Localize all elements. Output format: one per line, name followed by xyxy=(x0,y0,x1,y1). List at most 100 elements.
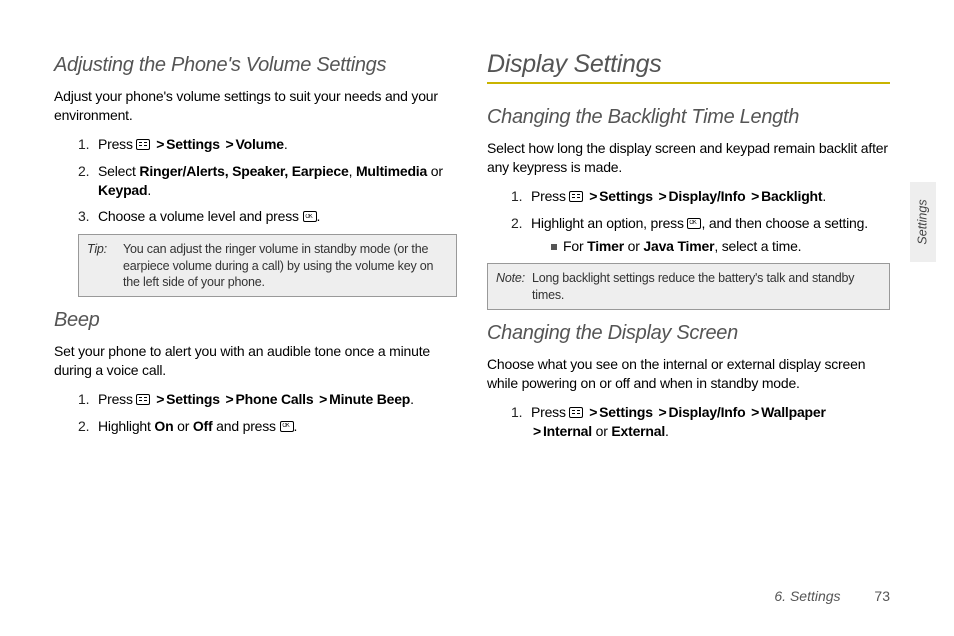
step-item: Press >Settings >Display/Info >Wallpaper… xyxy=(511,403,890,441)
gt-icon: > xyxy=(657,404,669,420)
text: . xyxy=(294,418,298,434)
page-footer: 6. Settings 73 xyxy=(774,588,890,604)
right-column: Display Settings Changing the Backlight … xyxy=(487,50,890,449)
menu-key-icon xyxy=(569,191,583,202)
path-bold: Settings xyxy=(599,188,653,204)
path-bold: On xyxy=(154,418,173,434)
path-bold: Settings xyxy=(166,391,220,407)
subheading-backlight: Changing the Backlight Time Length xyxy=(487,106,890,129)
para-backlight: Select how long the display screen and k… xyxy=(487,139,890,177)
text: Press xyxy=(98,391,136,407)
footer-chapter: 6. Settings xyxy=(774,588,840,604)
text: Highlight an option, press xyxy=(531,215,687,231)
path-bold: Volume xyxy=(236,136,284,152)
text: . xyxy=(410,391,414,407)
path-bold: Minute Beep xyxy=(329,391,410,407)
menu-key-icon xyxy=(136,139,150,150)
tip-body: You can adjust the ringer volume in stan… xyxy=(123,241,448,290)
text: or xyxy=(427,163,443,179)
steps-beep: Press >Settings >Phone Calls >Minute Bee… xyxy=(78,390,457,436)
para-display-screen: Choose what you see on the internal or e… xyxy=(487,355,890,393)
text: Press xyxy=(531,188,569,204)
gt-icon: > xyxy=(317,391,329,407)
path-bold: Phone Calls xyxy=(236,391,314,407)
main-heading-display: Display Settings xyxy=(487,50,890,84)
path-bold: External xyxy=(611,423,665,439)
square-bullet-icon xyxy=(551,244,557,250)
text: . xyxy=(147,182,151,198)
path-bold: Display/Info xyxy=(669,404,746,420)
path-bold: Backlight xyxy=(761,188,822,204)
text: Press xyxy=(98,136,136,152)
path-bold: Multimedia xyxy=(356,163,427,179)
gt-icon: > xyxy=(154,391,166,407)
menu-key-icon xyxy=(136,394,150,405)
gt-icon: > xyxy=(749,404,761,420)
text: Select xyxy=(98,163,139,179)
text: . xyxy=(284,136,288,152)
steps-backlight: Press >Settings >Display/Info >Backlight… xyxy=(511,187,890,256)
para-volume: Adjust your phone's volume settings to s… xyxy=(54,87,457,125)
tip-box: Tip: You can adjust the ringer volume in… xyxy=(78,234,457,297)
text: For xyxy=(563,238,587,254)
subheading-display-screen: Changing the Display Screen xyxy=(487,322,890,345)
note-label: Note: xyxy=(496,270,532,303)
text: . xyxy=(822,188,826,204)
text: or xyxy=(592,423,611,439)
path-bold: Wallpaper xyxy=(761,404,826,420)
path-bold: Java Timer xyxy=(643,238,714,254)
gt-icon: > xyxy=(657,188,669,204)
text: , select a time. xyxy=(714,238,801,254)
gt-icon: > xyxy=(749,188,761,204)
menu-key-icon xyxy=(569,407,583,418)
side-tab: Settings xyxy=(910,182,936,262)
para-beep: Set your phone to alert you with an audi… xyxy=(54,342,457,380)
step-item: Press >Settings >Phone Calls >Minute Bee… xyxy=(78,390,457,409)
ok-key-icon xyxy=(687,218,701,229)
path-bold: Off xyxy=(193,418,213,434)
step-item: Select Ringer/Alerts, Speaker, Earpiece,… xyxy=(78,162,457,200)
path-bold: Settings xyxy=(599,404,653,420)
path-bold: Keypad xyxy=(98,182,147,198)
page-columns: Adjusting the Phone's Volume Settings Ad… xyxy=(54,50,890,449)
text: or xyxy=(173,418,192,434)
tip-label: Tip: xyxy=(87,241,123,290)
left-column: Adjusting the Phone's Volume Settings Ad… xyxy=(54,50,457,449)
subheading-beep: Beep xyxy=(54,309,457,332)
ok-key-icon xyxy=(280,421,294,432)
text: or xyxy=(624,238,643,254)
subheading-volume: Adjusting the Phone's Volume Settings xyxy=(54,54,457,77)
text: Highlight xyxy=(98,418,154,434)
text: , and then choose a setting. xyxy=(701,215,867,231)
path-bold: Display/Info xyxy=(669,188,746,204)
gt-icon: > xyxy=(587,188,599,204)
gt-icon: > xyxy=(154,136,166,152)
path-bold: Settings xyxy=(166,136,220,152)
sub-bullet: For Timer or Java Timer, select a time. xyxy=(551,237,890,256)
footer-page: 73 xyxy=(874,588,890,604)
text: . xyxy=(317,208,321,224)
gt-icon: > xyxy=(531,423,543,439)
step-item: Press >Settings >Display/Info >Backlight… xyxy=(511,187,890,206)
step-item: Highlight an option, press , and then ch… xyxy=(511,214,890,256)
note-box: Note: Long backlight settings reduce the… xyxy=(487,263,890,310)
text: . xyxy=(665,423,669,439)
text: Choose a volume level and press xyxy=(98,208,303,224)
step-item: Choose a volume level and press . xyxy=(78,207,457,226)
text: and press xyxy=(212,418,279,434)
path-bold: Ringer/Alerts, Speaker, Earpiece xyxy=(139,163,348,179)
ok-key-icon xyxy=(303,211,317,222)
step-item: Highlight On or Off and press . xyxy=(78,417,457,436)
steps-volume: Press >Settings >Volume. Select Ringer/A… xyxy=(78,135,457,227)
gt-icon: > xyxy=(587,404,599,420)
text: Press xyxy=(531,404,569,420)
side-tab-label: Settings xyxy=(916,199,930,244)
path-bold: Timer xyxy=(587,238,624,254)
text: , xyxy=(349,163,356,179)
path-bold: Internal xyxy=(543,423,592,439)
gt-icon: > xyxy=(224,391,236,407)
gt-icon: > xyxy=(224,136,236,152)
steps-display-screen: Press >Settings >Display/Info >Wallpaper… xyxy=(511,403,890,441)
note-body: Long backlight settings reduce the batte… xyxy=(532,270,881,303)
step-item: Press >Settings >Volume. xyxy=(78,135,457,154)
